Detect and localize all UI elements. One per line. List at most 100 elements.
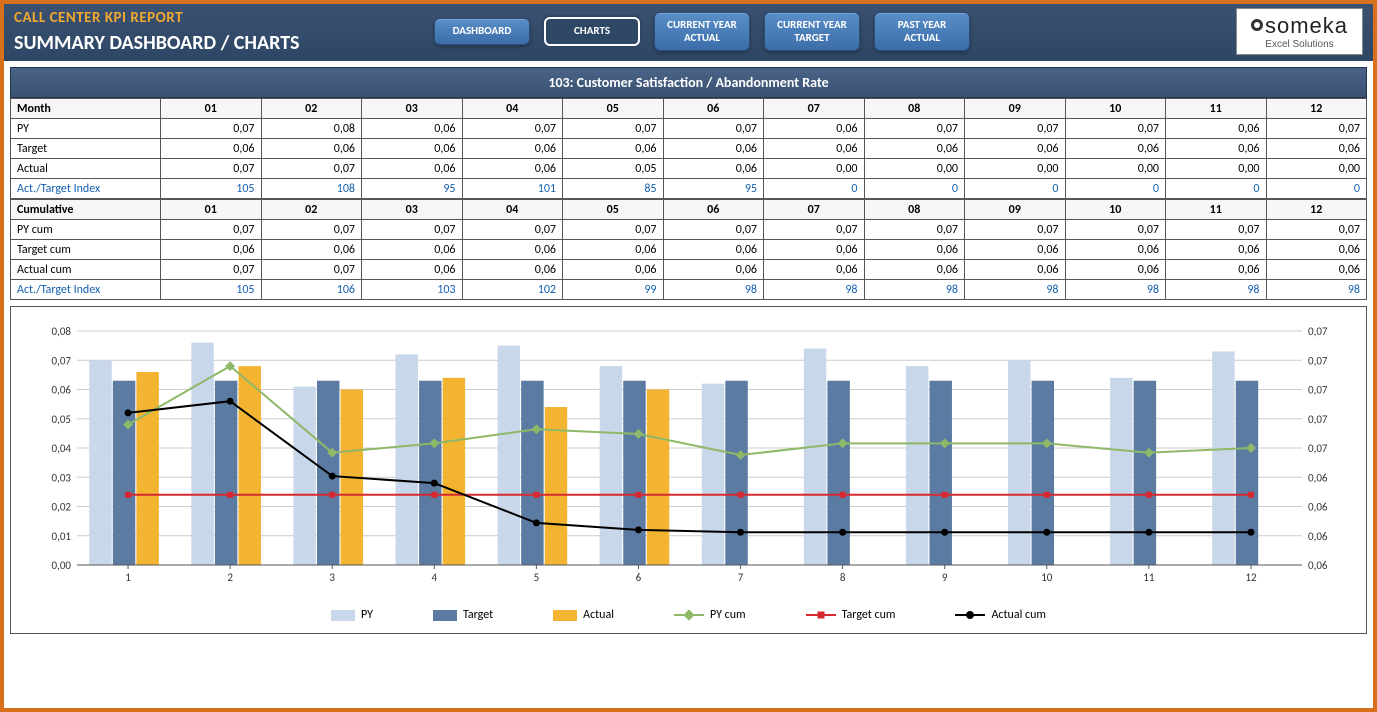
legend-item: PY cum bbox=[674, 608, 746, 622]
cell: 0 bbox=[1266, 179, 1367, 199]
cell: 0,06 bbox=[663, 260, 764, 280]
svg-text:0,07: 0,07 bbox=[1308, 384, 1328, 397]
cell: 0,06 bbox=[161, 139, 262, 159]
svg-text:10: 10 bbox=[1041, 571, 1053, 584]
cell: 0,06 bbox=[663, 240, 764, 260]
legend: PYTargetActualPY cumTarget cumActual cum bbox=[37, 608, 1340, 622]
logo: someka Excel Solutions bbox=[1236, 8, 1363, 55]
row-label: Actual bbox=[11, 159, 161, 179]
cell: 0,07 bbox=[864, 220, 965, 240]
header: CALL CENTER KPI REPORT SUMMARY DASHBOARD… bbox=[4, 4, 1373, 61]
nav-py-actual[interactable]: PAST YEAR ACTUAL bbox=[874, 12, 970, 51]
cell: 0,06 bbox=[1166, 139, 1267, 159]
row-label: Act./Target Index bbox=[11, 280, 161, 300]
cell: 0,06 bbox=[1266, 240, 1367, 260]
svg-text:0,06: 0,06 bbox=[1308, 471, 1328, 484]
cell: 0,07 bbox=[161, 159, 262, 179]
header-left: CALL CENTER KPI REPORT SUMMARY DASHBOARD… bbox=[14, 9, 434, 55]
month-header: 06 bbox=[663, 99, 764, 119]
cell: 0,07 bbox=[462, 119, 563, 139]
month-header: 03 bbox=[362, 200, 463, 220]
cell: 0,06 bbox=[563, 260, 664, 280]
cell: 102 bbox=[462, 280, 563, 300]
svg-text:0,06: 0,06 bbox=[1308, 559, 1328, 572]
month-header: 03 bbox=[362, 99, 463, 119]
svg-text:0,04: 0,04 bbox=[52, 442, 72, 455]
cell: 0,07 bbox=[1266, 119, 1367, 139]
cell: 0,06 bbox=[362, 139, 463, 159]
svg-text:8: 8 bbox=[840, 571, 846, 584]
nav-dashboard[interactable]: DASHBOARD bbox=[434, 18, 530, 45]
svg-text:3: 3 bbox=[329, 571, 335, 584]
month-header: 12 bbox=[1266, 200, 1367, 220]
cell: 0,07 bbox=[161, 119, 262, 139]
cell: 0 bbox=[1065, 179, 1166, 199]
cell: 0,06 bbox=[362, 159, 463, 179]
cell: 0,06 bbox=[462, 139, 563, 159]
month-header: 08 bbox=[864, 99, 965, 119]
month-header: 07 bbox=[764, 200, 865, 220]
cell: 98 bbox=[965, 280, 1066, 300]
cell: 0,07 bbox=[161, 260, 262, 280]
cell: 98 bbox=[1166, 280, 1267, 300]
cell: 0,07 bbox=[965, 119, 1066, 139]
month-header: 11 bbox=[1166, 200, 1267, 220]
cell: 0,06 bbox=[1065, 139, 1166, 159]
month-header: 10 bbox=[1065, 99, 1166, 119]
cell: 0,06 bbox=[1065, 260, 1166, 280]
nav: DASHBOARD CHARTS CURRENT YEAR ACTUAL CUR… bbox=[434, 12, 970, 51]
cell: 0,07 bbox=[864, 119, 965, 139]
section-title: 103: Customer Satisfaction / Abandonment… bbox=[10, 67, 1367, 98]
cell: 0,06 bbox=[764, 260, 865, 280]
cell: 0,06 bbox=[362, 240, 463, 260]
legend-item: Actual bbox=[553, 608, 614, 622]
cell: 101 bbox=[462, 179, 563, 199]
cell: 0,06 bbox=[965, 240, 1066, 260]
cell: 0,06 bbox=[965, 139, 1066, 159]
svg-text:5: 5 bbox=[534, 571, 540, 584]
cell: 0,06 bbox=[1166, 240, 1267, 260]
cell: 0,07 bbox=[362, 220, 463, 240]
svg-text:0,06: 0,06 bbox=[1308, 530, 1328, 543]
month-header: 06 bbox=[663, 200, 764, 220]
cell: 0,06 bbox=[362, 260, 463, 280]
svg-text:0,07: 0,07 bbox=[1308, 325, 1328, 338]
month-header: 04 bbox=[462, 200, 563, 220]
svg-text:0,07: 0,07 bbox=[1308, 354, 1328, 367]
cell: 0,06 bbox=[1166, 260, 1267, 280]
svg-text:4: 4 bbox=[432, 571, 438, 584]
cell: 0,07 bbox=[1166, 220, 1267, 240]
cell: 0,00 bbox=[1266, 159, 1367, 179]
svg-text:0,06: 0,06 bbox=[52, 384, 72, 397]
cell: 0,06 bbox=[563, 139, 664, 159]
col-header: Month bbox=[11, 99, 161, 119]
svg-text:0,05: 0,05 bbox=[52, 413, 71, 426]
month-header: 05 bbox=[563, 99, 664, 119]
page-title: SUMMARY DASHBOARD / CHARTS bbox=[14, 31, 434, 55]
legend-item: Actual cum bbox=[955, 608, 1046, 622]
report-title: CALL CENTER KPI REPORT bbox=[14, 9, 434, 27]
row-label: Act./Target Index bbox=[11, 179, 161, 199]
row-label: Actual cum bbox=[11, 260, 161, 280]
cell: 0,06 bbox=[563, 240, 664, 260]
cell: 0,07 bbox=[462, 220, 563, 240]
nav-charts[interactable]: CHARTS bbox=[544, 17, 640, 46]
cell: 108 bbox=[261, 179, 362, 199]
svg-text:0,08: 0,08 bbox=[52, 325, 72, 338]
cell: 0,07 bbox=[965, 220, 1066, 240]
legend-item: Target bbox=[433, 608, 493, 622]
cell: 103 bbox=[362, 280, 463, 300]
cell: 0,07 bbox=[764, 220, 865, 240]
row-label: Target cum bbox=[11, 240, 161, 260]
svg-text:2: 2 bbox=[227, 571, 233, 584]
row-label: Target bbox=[11, 139, 161, 159]
cell: 95 bbox=[362, 179, 463, 199]
nav-cy-actual[interactable]: CURRENT YEAR ACTUAL bbox=[654, 12, 750, 51]
cell: 98 bbox=[1266, 280, 1367, 300]
cell: 106 bbox=[261, 280, 362, 300]
svg-text:0,07: 0,07 bbox=[1308, 413, 1328, 426]
cell: 0,06 bbox=[1065, 240, 1166, 260]
cell: 0,08 bbox=[261, 119, 362, 139]
svg-text:9: 9 bbox=[942, 571, 948, 584]
nav-cy-target[interactable]: CURRENT YEAR TARGET bbox=[764, 12, 860, 51]
